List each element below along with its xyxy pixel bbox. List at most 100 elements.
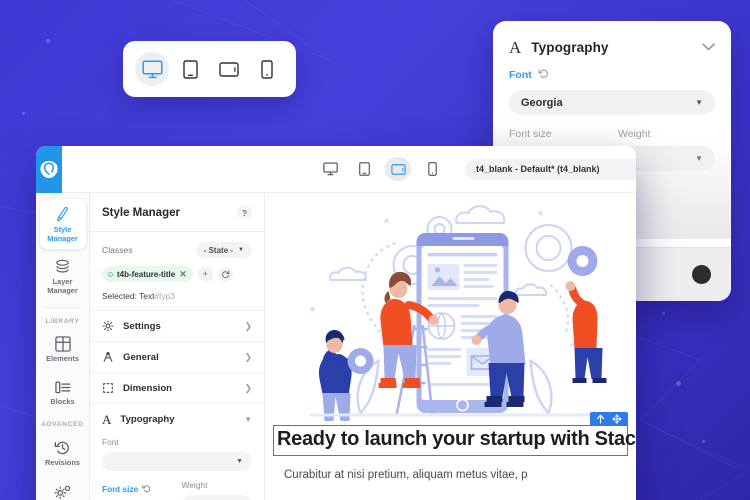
- page-canvas[interactable]: Ready to launch your startup with Stack?…: [265, 193, 636, 500]
- device-toggle-tablet-landscape[interactable]: [212, 52, 246, 86]
- tablet-portrait-icon: [183, 59, 198, 79]
- toolbar-device-mobile[interactable]: [419, 157, 445, 181]
- hero-paragraph[interactable]: Curabitur at nisi pretium, aliquam metus…: [273, 469, 628, 481]
- selected-prefix: Selected:: [102, 291, 137, 301]
- compass-icon: [103, 351, 113, 362]
- style-manager-panel: Style Manager ? Classes - State - ▼ t4b-…: [90, 193, 265, 500]
- font-family-select[interactable]: Georgia ▼: [509, 90, 715, 115]
- page-builder-window: t4_blank - Default* (t4_blank) ▼ StyleMa…: [36, 146, 636, 500]
- chevron-right-icon: ❯: [244, 351, 252, 362]
- font-size-label: Font size: [102, 484, 139, 494]
- toolbar-device-desktop[interactable]: [317, 157, 343, 181]
- sidebar-item-elements-label: Elements: [46, 353, 79, 363]
- mobile-icon: [427, 162, 437, 176]
- brush-icon: [57, 206, 68, 222]
- font-size-label: Font size: [509, 128, 552, 140]
- background-dot: [46, 39, 50, 43]
- style-manager-header: Style Manager ?: [90, 193, 264, 232]
- hero-heading[interactable]: Ready to launch your startup with Stack?: [273, 425, 636, 457]
- typography-controls: Font ▼ Font size Weight: [90, 435, 264, 500]
- page-select-value: t4_blank - Default* (t4_blank): [476, 164, 600, 174]
- state-select[interactable]: - State - ▼: [195, 242, 252, 258]
- desktop-icon: [142, 59, 163, 78]
- refresh-icon: [221, 270, 230, 278]
- letter-a-icon: A: [509, 37, 522, 57]
- leaf-shield-logo-icon: [40, 160, 58, 178]
- screenshot-root: A Typography Font Georgia ▼ Font size We…: [0, 0, 750, 500]
- accordion-settings[interactable]: Settings ❯: [90, 310, 264, 341]
- accordion-dimension-label: Dimension: [123, 382, 173, 394]
- background-dot: [22, 112, 25, 115]
- accordion-general-label: General: [123, 351, 159, 363]
- help-button[interactable]: ?: [237, 205, 252, 220]
- chevron-down-icon[interactable]: [702, 38, 715, 56]
- dimension-icon: [103, 383, 113, 393]
- selected-value: Text: [139, 291, 155, 301]
- accordion-settings-label: Settings: [123, 320, 161, 332]
- arrow-up-icon[interactable]: [596, 414, 605, 424]
- hero-illustration: [265, 193, 636, 426]
- weight-select[interactable]: ▼: [181, 495, 252, 500]
- refresh-classes-button[interactable]: [217, 266, 233, 282]
- selection-toolbar[interactable]: [590, 412, 628, 425]
- tablet-landscape-icon: [218, 61, 239, 77]
- editor-top-bar: t4_blank - Default* (t4_blank) ▼: [36, 146, 636, 193]
- device-toggle-tablet[interactable]: [173, 52, 207, 86]
- blocks-icon: [54, 381, 70, 393]
- chevron-down-icon: ▼: [244, 415, 252, 424]
- close-icon[interactable]: ✕: [179, 269, 187, 280]
- tablet-landscape-icon: [390, 163, 406, 175]
- chevron-right-icon: ❯: [244, 320, 252, 331]
- toolbar-device-tablet-landscape[interactable]: [385, 157, 411, 181]
- selected-element-wrapper[interactable]: Ready to launch your startup with Stack?: [273, 412, 636, 457]
- app-logo[interactable]: [36, 146, 62, 193]
- device-preview-toggle-group[interactable]: [123, 41, 296, 97]
- accordion-typography[interactable]: A Typography ▼: [90, 403, 264, 435]
- reset-icon[interactable]: [142, 480, 151, 498]
- typography-panel-header[interactable]: A Typography: [493, 21, 731, 66]
- canvas-text-area: Ready to launch your startup with Stack?…: [265, 412, 636, 481]
- sidebar-item-style-manager-label: Style Manager: [47, 225, 78, 243]
- color-swatch[interactable]: [692, 265, 711, 284]
- background-dot: [702, 440, 705, 443]
- sidebar-section-library: LIBRARY: [45, 317, 80, 325]
- desktop-icon: [322, 162, 338, 176]
- mobile-icon: [261, 59, 273, 79]
- chevron-down-icon: ▼: [238, 247, 244, 253]
- device-toggle-desktop[interactable]: [135, 52, 170, 86]
- reset-icon[interactable]: [538, 66, 549, 84]
- add-class-button[interactable]: +: [197, 266, 213, 282]
- sidebar-section-advanced: ADVANCED: [41, 421, 84, 429]
- chip-status-dot: [108, 271, 113, 277]
- sidebar-item-revisions-label: Revisions: [45, 458, 80, 468]
- page-select[interactable]: t4_blank - Default* (t4_blank) ▼: [465, 158, 636, 180]
- team-building-website-illustration-svg: [309, 205, 607, 426]
- chevron-down-icon: ▼: [236, 458, 243, 465]
- settings-gear-icon: [54, 485, 71, 500]
- toolbar-device-tablet[interactable]: [351, 157, 377, 181]
- chevron-down-icon: ▼: [695, 154, 703, 163]
- layers-icon: [56, 260, 69, 274]
- chevron-right-icon: ❯: [244, 382, 252, 393]
- accordion-dimension[interactable]: Dimension ❯: [90, 372, 264, 403]
- sidebar-item-settings[interactable]: [40, 477, 86, 500]
- device-toggle-mobile[interactable]: [250, 52, 284, 86]
- divider: [44, 306, 81, 308]
- class-chip-label: t4b-feature-title: [117, 269, 176, 279]
- chevron-down-icon: ▼: [695, 98, 703, 107]
- gear-icon: [102, 320, 114, 332]
- font-label: Font: [509, 69, 532, 81]
- accordion-general[interactable]: General ❯: [90, 341, 264, 372]
- font-family-select[interactable]: ▼: [102, 452, 252, 471]
- font-label-row: Font: [509, 66, 715, 84]
- font-label: Font: [102, 437, 119, 447]
- sidebar-item-revisions[interactable]: Revisions: [40, 432, 86, 474]
- letter-a-icon: A: [102, 412, 112, 427]
- move-icon[interactable]: [612, 413, 622, 424]
- sidebar-item-layer-manager[interactable]: Layer Manager: [40, 252, 86, 301]
- sidebar-item-blocks[interactable]: Blocks: [40, 373, 86, 413]
- class-chip[interactable]: t4b-feature-title ✕: [102, 266, 193, 282]
- sidebar-item-elements[interactable]: Elements: [40, 329, 86, 370]
- background-dot: [676, 381, 681, 386]
- sidebar-item-style-manager[interactable]: Style Manager: [39, 199, 86, 250]
